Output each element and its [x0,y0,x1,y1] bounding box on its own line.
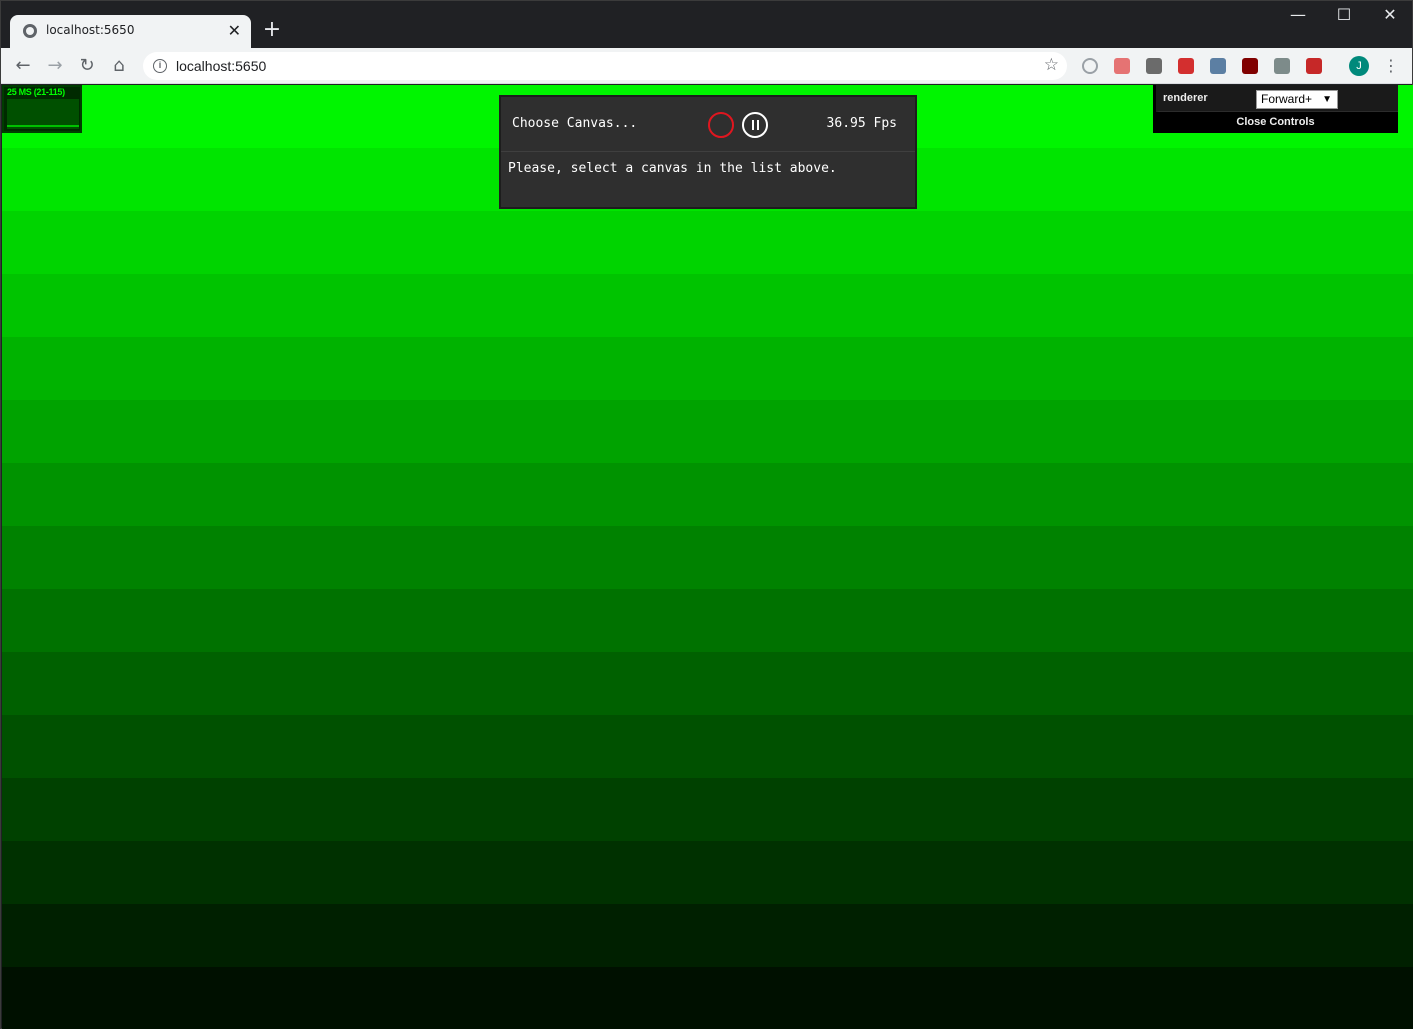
tab-title: localhost:5650 [46,23,135,37]
profile-avatar[interactable]: J [1349,56,1369,76]
title-bar: localhost:5650 ✕ + — ☐ ✕ [1,1,1412,48]
renderer-select[interactable]: Forward+ ▼ [1256,90,1338,109]
scene-band [2,400,1413,463]
scene-band [2,337,1413,400]
renderer-value: Forward+ [1261,92,1313,106]
extension-spector-icon[interactable] [1306,58,1322,74]
forward-button[interactable]: → [43,54,67,78]
renderer-label: renderer [1163,92,1208,104]
spector-capture-panel: Choose Canvas... 36.95 Fps Please, selec… [499,95,917,209]
spector-header: Choose Canvas... 36.95 Fps [501,97,915,152]
scene-band [2,526,1413,589]
stats-panel[interactable]: 25 MS (21-115) [2,85,82,133]
new-tab-button[interactable]: + [261,19,283,41]
scene-band [2,715,1413,778]
dropdown-arrow-icon: ▼ [1322,94,1332,105]
extension-glasses-icon[interactable] [1210,58,1226,74]
scene-band [2,841,1413,904]
scene-band [2,904,1413,967]
bookmark-star-icon[interactable]: ☆ [1044,55,1059,75]
maximize-button[interactable]: ☐ [1321,5,1367,29]
stats-label: 25 MS (21-115) [7,87,65,97]
back-button[interactable]: ← [11,54,35,78]
controls-panel: renderer Forward+ ▼ Close Controls [1153,85,1398,133]
extension-circle-icon[interactable] [1082,58,1098,74]
scene-band [2,274,1413,337]
extension-drive-icon[interactable] [1146,58,1162,74]
reload-button[interactable]: ↻ [75,54,99,78]
browser-tab[interactable]: localhost:5650 ✕ [10,15,251,48]
scene-band [2,211,1413,274]
url-text[interactable]: localhost:5650 [176,58,266,74]
info-icon[interactable]: i [153,59,167,73]
pause-icon[interactable] [742,112,768,138]
scene-band [2,463,1413,526]
home-button[interactable]: ⌂ [107,54,131,78]
choose-canvas-dropdown[interactable]: Choose Canvas... [512,116,637,131]
close-controls-button[interactable]: Close Controls [1153,114,1398,132]
spector-message: Please, select a canvas in the list abov… [508,161,837,176]
extension-grey-icon[interactable] [1274,58,1290,74]
extension-ublock-icon[interactable] [1242,58,1258,74]
fps-readout: 36.95 Fps [826,116,897,131]
browser-toolbar: ← → ↻ ⌂ i localhost:5650 ☆ J ⋮ [1,48,1412,84]
browser-menu-button[interactable]: ⋮ [1383,54,1399,78]
minimize-button[interactable]: — [1275,5,1321,29]
scene-band [2,967,1413,1029]
stats-graph [7,99,79,129]
extension-lastpass-icon[interactable] [1178,58,1194,74]
canvas-viewport[interactable]: 25 MS (21-115) Choose Canvas... 36.95 Fp… [2,85,1413,1029]
record-icon[interactable] [708,112,734,138]
scene-band [2,778,1413,841]
globe-icon [23,24,37,38]
scene-band [2,652,1413,715]
browser-window: localhost:5650 ✕ + — ☐ ✕ ← → ↻ ⌂ i local… [0,0,1413,1029]
scene-band [2,589,1413,652]
close-tab-icon[interactable]: ✕ [228,21,241,40]
renderer-row: renderer Forward+ ▼ [1156,85,1398,112]
address-bar[interactable]: i localhost:5650 ☆ [143,52,1067,80]
extension-red-icon[interactable] [1114,58,1130,74]
close-window-button[interactable]: ✕ [1367,5,1413,29]
